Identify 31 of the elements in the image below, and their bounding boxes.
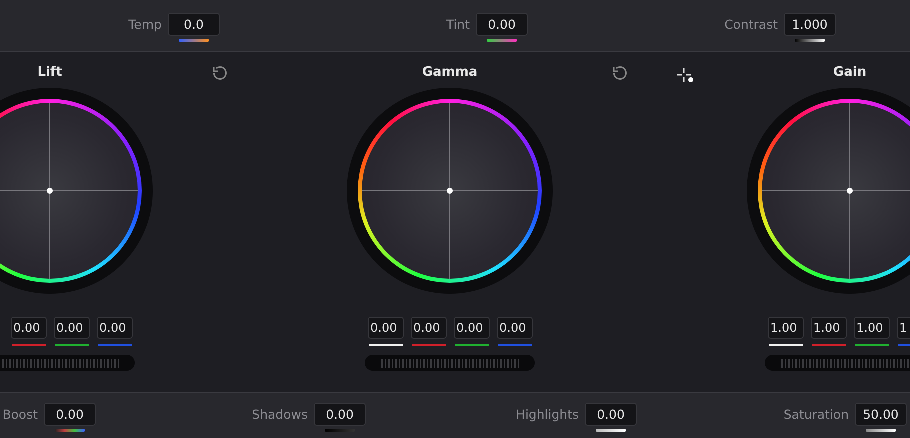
value-field[interactable]: 50.00	[855, 403, 907, 426]
value-field[interactable]: 1.00	[810, 317, 846, 339]
adjustment-label: Highlights	[516, 406, 579, 422]
reset-icon[interactable]	[212, 65, 228, 81]
value-field[interactable]: 1.000	[784, 13, 836, 36]
adjustment-label: Contrast	[724, 16, 778, 32]
value-field[interactable]: 0.00	[476, 13, 528, 36]
adjustment-label: Boost	[2, 406, 38, 422]
picker-icon[interactable]	[676, 67, 696, 85]
reset-icon[interactable]	[612, 65, 628, 81]
wheel-title: Lift	[38, 65, 62, 82]
wheel-title: Gamma	[422, 65, 478, 82]
value-field[interactable]: 0.00	[454, 317, 490, 339]
value-field[interactable]: 1.00	[854, 317, 890, 339]
value-field[interactable]: 0.0	[168, 13, 220, 36]
adjustment-label: Tint	[446, 16, 470, 32]
value-field[interactable]: 0.00	[10, 317, 46, 339]
value-field[interactable]: 0.00	[44, 403, 96, 426]
value-field[interactable]: 0.00	[410, 317, 446, 339]
adjustment-label: Shadows	[252, 406, 308, 422]
value-field[interactable]: 0.00	[314, 403, 366, 426]
adjustment-label: Saturation	[784, 406, 849, 422]
value-field[interactable]: 0.00	[496, 317, 532, 339]
value-field[interactable]: 0.00	[54, 317, 90, 339]
adjustment-label: Temp	[128, 16, 162, 32]
value-field[interactable]: 0.00	[96, 317, 132, 339]
value-field[interactable]: 0.00	[368, 317, 404, 339]
wheel-title: Gain	[833, 65, 867, 82]
value-field[interactable]: 1.00	[768, 317, 804, 339]
value-field[interactable]: 0.00	[585, 403, 637, 426]
value-field[interactable]: 1	[896, 317, 910, 339]
